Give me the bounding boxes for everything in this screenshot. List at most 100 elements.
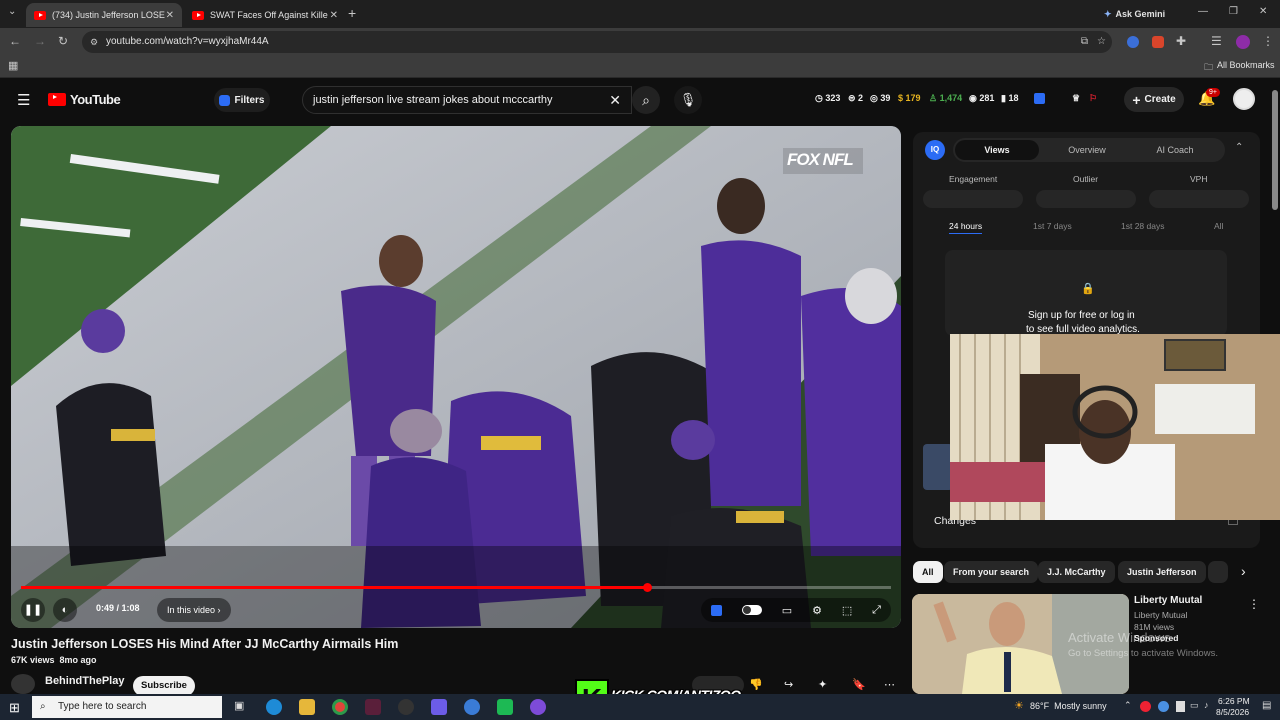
ad-title[interactable]: Liberty Muutal — [1134, 595, 1202, 606]
taskbar-search-box[interactable]: ⌕ Type here to search — [32, 696, 222, 718]
subscribe-button[interactable]: Subscribe — [133, 676, 195, 696]
notifications-tray-icon[interactable]: ▤ — [1262, 700, 1271, 711]
clear-search-icon[interactable]: ✕ — [609, 87, 621, 113]
reading-list-icon[interactable]: ☰ — [1211, 34, 1222, 48]
chrome-menu-icon[interactable]: ⋮ — [1262, 34, 1274, 48]
alert-icon[interactable]: ⚐ — [1089, 93, 1097, 104]
chrome-icon[interactable] — [332, 699, 348, 715]
new-tab-icon[interactable]: + — [348, 5, 356, 21]
close-tab-icon[interactable]: ✕ — [166, 10, 174, 21]
tab-youtube-active[interactable]: (734) Justin Jefferson LOSE ✕ — [26, 3, 182, 27]
search-input[interactable]: justin jefferson live stream jokes about… — [302, 86, 632, 114]
volume-tray-icon[interactable]: ♪ — [1204, 700, 1209, 710]
settings-gear-icon[interactable]: ⚙ — [812, 604, 822, 617]
chip-justin-jefferson[interactable]: Justin Jefferson — [1118, 561, 1206, 583]
file-explorer-icon[interactable] — [299, 699, 315, 715]
tab-swat[interactable]: SWAT Faces Off Against Killer & ✕ — [184, 3, 346, 27]
extension-blue-icon[interactable] — [1127, 36, 1139, 48]
tab-search-icon[interactable]: ⌄ — [8, 6, 16, 17]
app-icon-colorful[interactable] — [431, 699, 447, 715]
autoplay-knob — [742, 606, 751, 614]
taskbar-date[interactable]: 8/5/2026 — [1216, 707, 1249, 717]
minimize-icon[interactable]: — — [1198, 6, 1208, 17]
captions-icon[interactable]: ▭ — [782, 604, 792, 617]
vidiq-player-icon[interactable] — [710, 604, 722, 616]
range-7-days[interactable]: 1st 7 days — [1033, 221, 1072, 231]
app-icon-green[interactable] — [497, 699, 513, 715]
tray-app-icon[interactable] — [1158, 701, 1169, 712]
filters-button[interactable]: Filters — [214, 88, 270, 112]
app-icon-blue[interactable] — [464, 699, 480, 715]
taskbar-time[interactable]: 6:26 PM — [1218, 696, 1250, 706]
profile-avatar[interactable] — [1236, 35, 1250, 49]
tray-app-icon[interactable] — [1140, 701, 1151, 712]
extensions-puzzle-icon[interactable]: ✚ — [1176, 34, 1186, 48]
save-icon[interactable]: 🔖 — [852, 678, 866, 691]
network-icon[interactable]: ▭ — [1190, 700, 1199, 711]
channel-avatar[interactable] — [11, 674, 35, 694]
weather-text[interactable]: 86°F Mostly sunny — [1030, 701, 1107, 711]
collapse-chevron-icon[interactable]: ⌃ — [1235, 142, 1243, 153]
ad-more-icon[interactable]: ⋮ — [1248, 597, 1260, 611]
youtube-logo[interactable]: YouTube — [48, 92, 121, 107]
create-button[interactable]: + Create — [1124, 87, 1184, 112]
mic-icon: 🎙 — [679, 92, 697, 107]
mute-button[interactable]: ◐ — [53, 598, 77, 622]
close-window-icon[interactable]: ✕ — [1259, 6, 1267, 17]
site-info-icon[interactable]: ⚙ — [90, 31, 98, 53]
start-windows-icon[interactable]: ⊞ — [9, 700, 20, 716]
in-this-video-button[interactable]: In this video › — [157, 598, 231, 622]
tab-label: Views — [984, 145, 1010, 155]
fullscreen-icon[interactable]: ⤢ — [872, 604, 881, 617]
extension-red-icon[interactable] — [1152, 36, 1164, 48]
signup-line-1[interactable]: Sign up for free or log in — [1028, 310, 1135, 321]
close-tab-icon[interactable]: ✕ — [330, 10, 338, 21]
edge-icon[interactable] — [266, 699, 282, 715]
tab-overview[interactable]: Overview — [1045, 140, 1129, 160]
tab-ai-coach[interactable]: AI Coach — [1133, 140, 1217, 160]
app-icon-maroon[interactable] — [365, 699, 381, 715]
dislike-icon[interactable]: 👎 — [749, 678, 763, 691]
range-24h[interactable]: 24 hours — [949, 221, 983, 234]
chip-partial[interactable] — [1208, 561, 1228, 583]
back-icon[interactable]: ← — [9, 34, 21, 48]
channel-name[interactable]: BehindThePlay — [45, 675, 124, 687]
bookmark-star-icon[interactable]: ☆ — [1097, 31, 1106, 53]
apps-grid-icon[interactable]: ▦ — [8, 59, 18, 72]
search-query-text: justin jefferson live stream jokes about… — [313, 94, 553, 106]
video-player[interactable]: FOX NFL ❚❚ ◐ 0:49 / 1:08 In this video ›… — [11, 126, 901, 628]
range-all[interactable]: All — [1214, 221, 1223, 231]
chip-jj-mccarthy[interactable]: J.J. McCarthy — [1038, 561, 1115, 583]
app-icon-4k[interactable] — [398, 699, 414, 715]
hamburger-menu-icon[interactable]: ☰ — [17, 91, 30, 109]
chip-from-your-search[interactable]: From your search — [944, 561, 1039, 583]
theater-mode-icon[interactable]: ⬚ — [842, 604, 852, 617]
progress-bar[interactable] — [21, 583, 891, 592]
restore-icon[interactable]: ❐ — [1229, 6, 1238, 17]
more-actions-icon[interactable]: ⋯ — [884, 678, 895, 691]
chip-all[interactable]: All — [913, 561, 943, 583]
forward-icon[interactable]: → — [34, 34, 46, 48]
account-avatar[interactable] — [1233, 88, 1255, 110]
tray-chevron-icon[interactable]: ⌃ — [1124, 700, 1132, 711]
play-pause-button[interactable]: ❚❚ — [21, 598, 45, 622]
share-icon[interactable]: ↪ — [784, 678, 793, 691]
chips-next-chevron-icon[interactable]: › — [1241, 563, 1246, 579]
vidiq-header-icon[interactable] — [1034, 93, 1045, 104]
task-view-icon[interactable]: ▣ — [234, 699, 244, 712]
trophy-icon[interactable]: ♕ — [1072, 93, 1080, 104]
url-field[interactable]: ⚙ youtube.com/watch?v=wyxjhaMr44A ⧉ ☆ — [82, 31, 1112, 53]
search-button[interactable]: ⌕ — [632, 86, 660, 114]
install-icon[interactable]: ⧉ — [1081, 31, 1088, 53]
all-bookmarks-button[interactable]: 🗀 All Bookmarks — [1204, 60, 1275, 76]
ask-icon[interactable]: ✦ — [818, 678, 827, 691]
scrollbar-thumb[interactable] — [1272, 90, 1278, 210]
tray-app-icon[interactable] — [1176, 701, 1185, 712]
voice-search-button[interactable]: 🎙 — [674, 86, 702, 114]
range-28-days[interactable]: 1st 28 days — [1121, 221, 1164, 231]
autoplay-toggle[interactable] — [741, 605, 762, 615]
app-icon-purple[interactable] — [530, 699, 546, 715]
tab-views[interactable]: Views — [955, 140, 1039, 160]
ask-gemini-button[interactable]: ✦ Ask Gemini — [1104, 5, 1165, 23]
reload-icon[interactable]: ↻ — [58, 34, 68, 48]
